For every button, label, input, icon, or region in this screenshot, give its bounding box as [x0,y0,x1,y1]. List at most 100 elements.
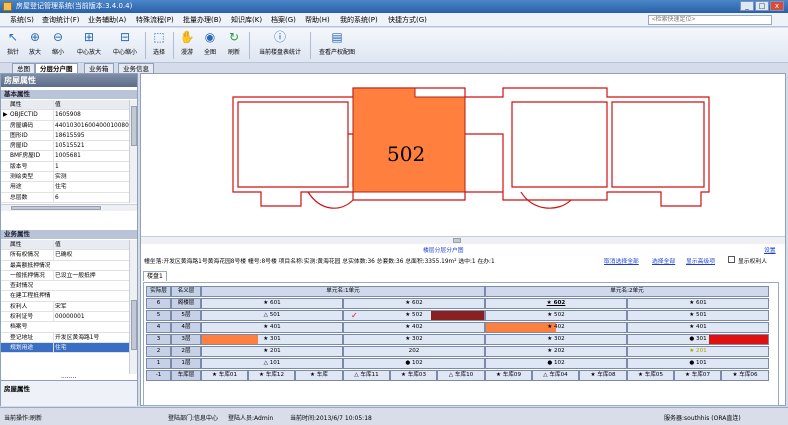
room-cell[interactable]: ★ 602 [343,298,485,309]
grid-row[interactable]: BMF房屋ID 1005681 [1,151,129,162]
grid-row[interactable]: 用途 住宅 [1,182,129,193]
show-owner-checkbox[interactable] [728,256,735,263]
center-zoom-out-button[interactable]: ⊟ 中心缩小 [109,30,141,61]
pan-button[interactable]: ✋ 漫游 [177,30,197,61]
garage-cell[interactable]: ★ 车库01 [201,370,248,381]
maximize-button[interactable]: □ [755,1,769,11]
scroll-thumb[interactable] [11,206,101,210]
select-button[interactable]: ⬚ 选择 [149,30,169,61]
room-cell[interactable]: ★ 602 [485,298,627,309]
menu-batch[interactable]: 批量办理(B) [183,13,221,27]
room-cell[interactable]: ● 301 [627,334,769,345]
menu-archive[interactable]: 档案(G) [271,13,296,27]
advanced-link[interactable]: 显示高级项 [686,256,715,265]
select-all-link[interactable]: 选择全部 [652,256,675,265]
full-extent-button[interactable]: ◉ 全图 [200,30,220,61]
grid-row-selected[interactable]: 规划用途 住宅 [1,342,129,354]
menu-help[interactable]: 帮助(H) [305,13,330,27]
garage-cell[interactable]: ★ 车库06 [721,370,769,381]
grid-row[interactable]: 查封情况 [1,281,129,292]
garage-cell[interactable]: ★ 车库 [295,370,343,381]
room-cell[interactable]: ★ 402 [343,322,485,333]
grid-row[interactable]: ▶ OBJECTID 1605908 [1,110,129,121]
garage-cell[interactable]: ★ 车库12 [248,370,295,381]
menu-business-aid[interactable]: 业务辅助(A) [88,13,126,27]
room-cell[interactable]: ● 102 [485,358,627,369]
grid-row[interactable]: 权利人 宋军 [1,301,129,313]
menu-special-flow[interactable]: 特殊流程(P) [136,13,174,27]
garage-cell[interactable]: △ 车库04 [532,370,579,381]
menu-system[interactable]: 系统(S) [10,13,34,27]
room-cell[interactable]: △ 501 [201,310,343,321]
basic-grid-scrollbar[interactable] [129,100,137,203]
basic-section-header[interactable]: 基本属性 [1,90,137,99]
basic-grid-hscrollbar[interactable] [1,204,137,211]
grid-row[interactable]: 总层数 6 [1,192,129,203]
tab-business-info[interactable]: 业务信息 [118,63,154,73]
grid-row[interactable]: 最高额抵押情况 [1,261,129,271]
tab-business-box[interactable]: 业务箱 [84,63,114,73]
close-button[interactable]: x [770,1,784,11]
minimize-button[interactable]: _ [740,1,754,11]
garage-cell[interactable]: ★ 车库07 [674,370,721,381]
grid-row[interactable]: 一般抵押情况 已设立一般抵押 [1,270,129,282]
grid-row[interactable]: 在建工程抵押情 [1,291,129,302]
building-stats-button[interactable]: ⓘ 当前楼盘表统计 [254,30,306,61]
deselect-all-link[interactable]: 取消选择全部 [604,256,639,265]
garage-cell[interactable]: ★ 车库09 [485,370,532,381]
room-cell[interactable]: ★ 401 [201,322,343,333]
room-cell[interactable]: ★ 302 [485,334,627,345]
room-cell[interactable]: ★ 201 [627,346,769,357]
grid-row[interactable]: 房屋编码 440103016004000100800 [1,120,129,131]
floor-plan-canvas[interactable]: 502 [141,74,785,236]
room-cell[interactable]: 202 [343,346,485,357]
garage-cell[interactable]: ★ 车库08 [579,370,627,381]
room-cell[interactable]: ★ 201 [201,346,343,357]
room-cell[interactable]: ★ 402 [485,322,627,333]
plan-hscrollbar[interactable] [141,236,785,244]
room-cell-selected[interactable]: ★ 502 [343,310,485,321]
tab-overview[interactable]: 总图 [12,63,35,73]
business-section-header[interactable]: 业务属性 [1,230,137,239]
refresh-button[interactable]: ↻ 刷新 [224,30,244,61]
zoom-in-button[interactable]: ⊕ 放大 [25,30,45,61]
scroll-thumb[interactable] [131,300,137,350]
scroll-thumb[interactable] [453,238,461,243]
grid-row[interactable]: 房屋ID 10515521 [1,141,129,152]
room-cell[interactable]: ★ 502 [485,310,627,321]
center-zoom-in-button[interactable]: ⊞ 中心放大 [73,30,105,61]
room-cell[interactable]: △ 101 [201,358,343,369]
garage-cell[interactable]: ★ 车库03 [390,370,437,381]
grid-row[interactable]: 版本号 1 [1,161,129,173]
menu-my-system[interactable]: 我的系统(P) [340,13,378,27]
menu-query[interactable]: 查询统计(F) [42,13,80,27]
tab-sheet-1[interactable]: 楼盘1 [143,271,167,281]
tab-floor-plan[interactable]: 分层分户图 [35,63,78,73]
grid-row[interactable]: 图形ID 18615595 [1,130,129,142]
menu-knowledge[interactable]: 知识库(K) [231,13,262,27]
grid-row[interactable]: 所有权情况 已确权 [1,250,129,261]
garage-cell[interactable]: ★ 车库05 [627,370,674,381]
room-cell[interactable]: ★ 302 [343,334,485,345]
room-cell[interactable]: ★ 601 [627,298,769,309]
room-cell[interactable]: ★ 601 [201,298,343,309]
room-cell[interactable]: ★ 202 [485,346,627,357]
scroll-thumb[interactable] [131,106,137,146]
room-cell[interactable]: ● 101 [627,358,769,369]
grid-row[interactable]: 登记地址 开发区黄海路1号 [1,332,129,343]
business-grid-scrollbar[interactable] [129,240,137,374]
splitter-grip[interactable]: ........ [61,373,76,380]
grid-row[interactable]: 权利证号 00000001 [1,312,129,323]
search-input[interactable] [648,15,772,25]
settings-link[interactable]: 设置 [764,245,776,254]
garage-cell[interactable]: △ 车库11 [343,370,390,381]
grid-row[interactable]: 档案号 [1,322,129,333]
room-cell[interactable]: ● 102 [343,358,485,369]
grid-row[interactable]: 测绘类型 实测 [1,172,129,183]
room-cell[interactable]: ★ 501 [627,310,769,321]
room-cell[interactable]: ★ 301 [201,334,343,345]
garage-cell[interactable]: △ 车库10 [437,370,485,381]
room-cell[interactable]: ★ 401 [627,322,769,333]
property-map-button[interactable]: ▤ 查看产权配图 [314,30,360,61]
menu-shortcuts[interactable]: 快捷方式(G) [388,13,427,27]
